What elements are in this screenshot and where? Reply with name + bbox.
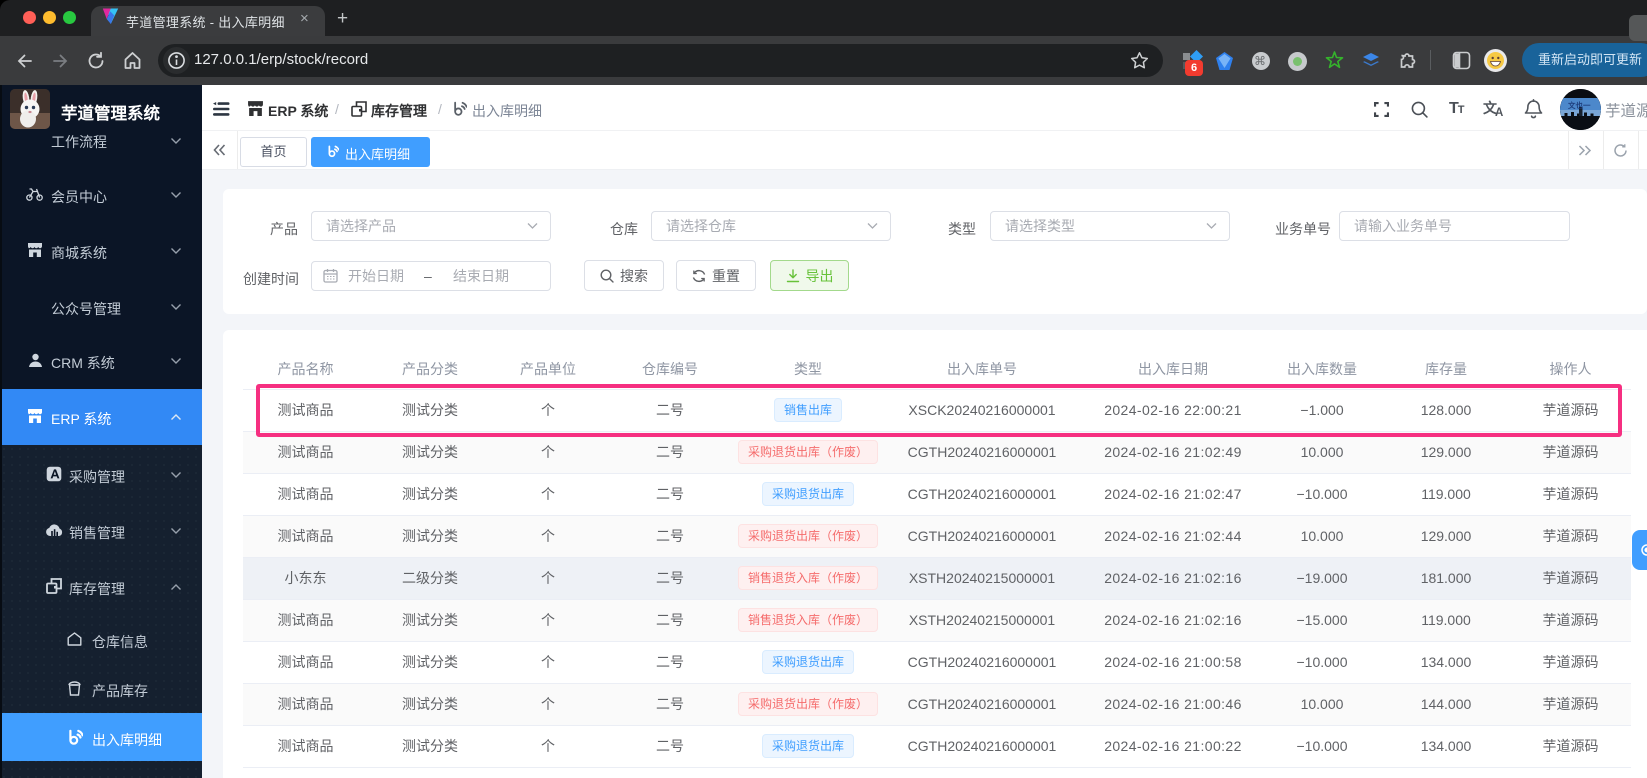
svg-text:文也一: 文也一	[1568, 100, 1591, 110]
